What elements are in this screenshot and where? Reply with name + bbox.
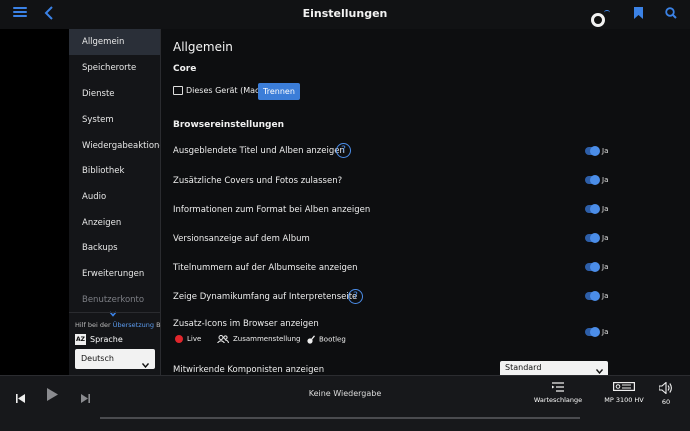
chevron-down-icon bbox=[595, 365, 604, 375]
sidebar-item-wiedergabeaktionen[interactable]: Wiedergabeaktionen bbox=[69, 133, 160, 159]
option-track-numbers-value: Ja bbox=[602, 263, 609, 271]
disconnect-button[interactable]: Trennen bbox=[258, 83, 300, 100]
sidebar-item-backups[interactable]: Backups bbox=[69, 235, 160, 261]
help-icon[interactable]: ? bbox=[336, 143, 351, 158]
badge-bootleg: Bootleg bbox=[307, 335, 346, 344]
settings-content: Allgemein Core Dieses Gerät (Mac) Trenne… bbox=[161, 29, 690, 375]
option-extra-covers-toggle[interactable] bbox=[585, 175, 600, 185]
settings-sidebar: Allgemein Speicherorte Dienste System Wi… bbox=[69, 29, 161, 375]
language-label: Sprache bbox=[90, 335, 123, 344]
page-header-title: Einstellungen bbox=[302, 7, 388, 20]
people-icon bbox=[217, 335, 229, 344]
option-dynamic-range-label: Zeige Dynamikumfang auf Interpretenseite bbox=[173, 292, 358, 302]
progress-bar[interactable] bbox=[100, 417, 580, 419]
option-hidden-titles-value: Ja bbox=[602, 147, 609, 155]
badge-live: Live bbox=[175, 335, 201, 343]
queue-button[interactable]: Warteschlange bbox=[528, 382, 588, 404]
sidebar-item-benutzerkonto[interactable]: Benutzerkonto bbox=[69, 287, 160, 313]
option-extra-covers-label: Zusätzliche Covers und Fotos zulassen? bbox=[173, 176, 343, 186]
top-bar: Einstellungen bbox=[0, 0, 690, 29]
option-track-numbers-toggle[interactable] bbox=[585, 262, 600, 272]
option-format-info-label: Informationen zum Format bei Alben anzei… bbox=[173, 205, 371, 215]
option-hidden-titles-toggle[interactable] bbox=[585, 146, 600, 156]
bookmark-icon[interactable] bbox=[634, 7, 643, 19]
option-extra-icons-value: Ja bbox=[602, 328, 609, 336]
chevron-down-icon bbox=[141, 356, 150, 369]
option-dynamic-range-toggle[interactable] bbox=[585, 291, 600, 301]
queue-icon bbox=[552, 382, 564, 392]
sidebar-item-audio[interactable]: Audio bbox=[69, 184, 160, 210]
core-device: Dieses Gerät (Mac) bbox=[173, 86, 263, 95]
option-composers-label: Mitwirkende Komponisten anzeigen bbox=[173, 365, 325, 375]
search-icon[interactable] bbox=[665, 7, 677, 19]
computer-icon bbox=[173, 86, 183, 95]
core-heading: Core bbox=[173, 64, 197, 74]
badge-compilation: Zusammenstellung bbox=[217, 335, 300, 344]
page-title: Allgemein bbox=[173, 40, 233, 54]
speaker-icon bbox=[659, 382, 672, 394]
sidebar-item-allgemein[interactable]: Allgemein bbox=[69, 29, 160, 55]
option-dynamic-range-value: Ja bbox=[602, 292, 609, 300]
translation-link[interactable]: Übersetzung bbox=[113, 321, 154, 329]
option-format-info-value: Ja bbox=[602, 205, 609, 213]
option-hidden-titles-label: Ausgeblendete Titel und Alben anzeigen bbox=[173, 146, 345, 156]
amplifier-icon bbox=[613, 382, 635, 392]
sidebar-divider bbox=[69, 312, 160, 313]
option-track-numbers-label: Titelnummern auf der Albumseite anzeigen bbox=[173, 263, 358, 273]
option-version-toggle[interactable] bbox=[585, 233, 600, 243]
composers-select[interactable]: Standard bbox=[500, 361, 608, 375]
option-extra-covers-value: Ja bbox=[602, 176, 609, 184]
option-extra-icons-label: Zusatz-Icons im Browser anzeigen bbox=[173, 319, 319, 329]
translation-help-text: Hilf bei der Übersetzung B bbox=[75, 321, 161, 329]
roon-logo-icon bbox=[591, 10, 610, 27]
browser-settings-heading: Browsereinstellungen bbox=[173, 120, 284, 130]
sidebar-item-anzeigen[interactable]: Anzeigen bbox=[69, 210, 160, 236]
option-version-value: Ja bbox=[602, 234, 609, 242]
option-version-label: Versionsanzeige auf dem Album bbox=[173, 234, 310, 244]
language-label-row: AZ Sprache bbox=[75, 334, 123, 345]
sidebar-item-erweiterungen[interactable]: Erweiterungen bbox=[69, 261, 160, 287]
language-select[interactable]: Deutsch bbox=[75, 349, 155, 369]
language-icon: AZ bbox=[75, 334, 86, 345]
volume-button[interactable]: 60 bbox=[652, 382, 680, 406]
sidebar-item-dienste[interactable]: Dienste bbox=[69, 81, 160, 107]
sidebar-item-bibliothek[interactable]: Bibliothek bbox=[69, 158, 160, 184]
live-dot-icon bbox=[175, 335, 183, 343]
option-format-info-toggle[interactable] bbox=[585, 204, 600, 214]
guitar-icon bbox=[307, 335, 316, 344]
sidebar-item-speicherorte[interactable]: Speicherorte bbox=[69, 55, 160, 81]
option-extra-icons-toggle[interactable] bbox=[585, 327, 600, 337]
sidebar-item-system[interactable]: System bbox=[69, 107, 160, 133]
player-bar: Keine Wiedergabe Warteschlange MP 3100 H… bbox=[0, 375, 690, 431]
help-icon[interactable]: ? bbox=[348, 289, 363, 304]
zone-button[interactable]: MP 3100 HV bbox=[598, 382, 650, 404]
chevron-down-icon[interactable] bbox=[109, 302, 117, 317]
